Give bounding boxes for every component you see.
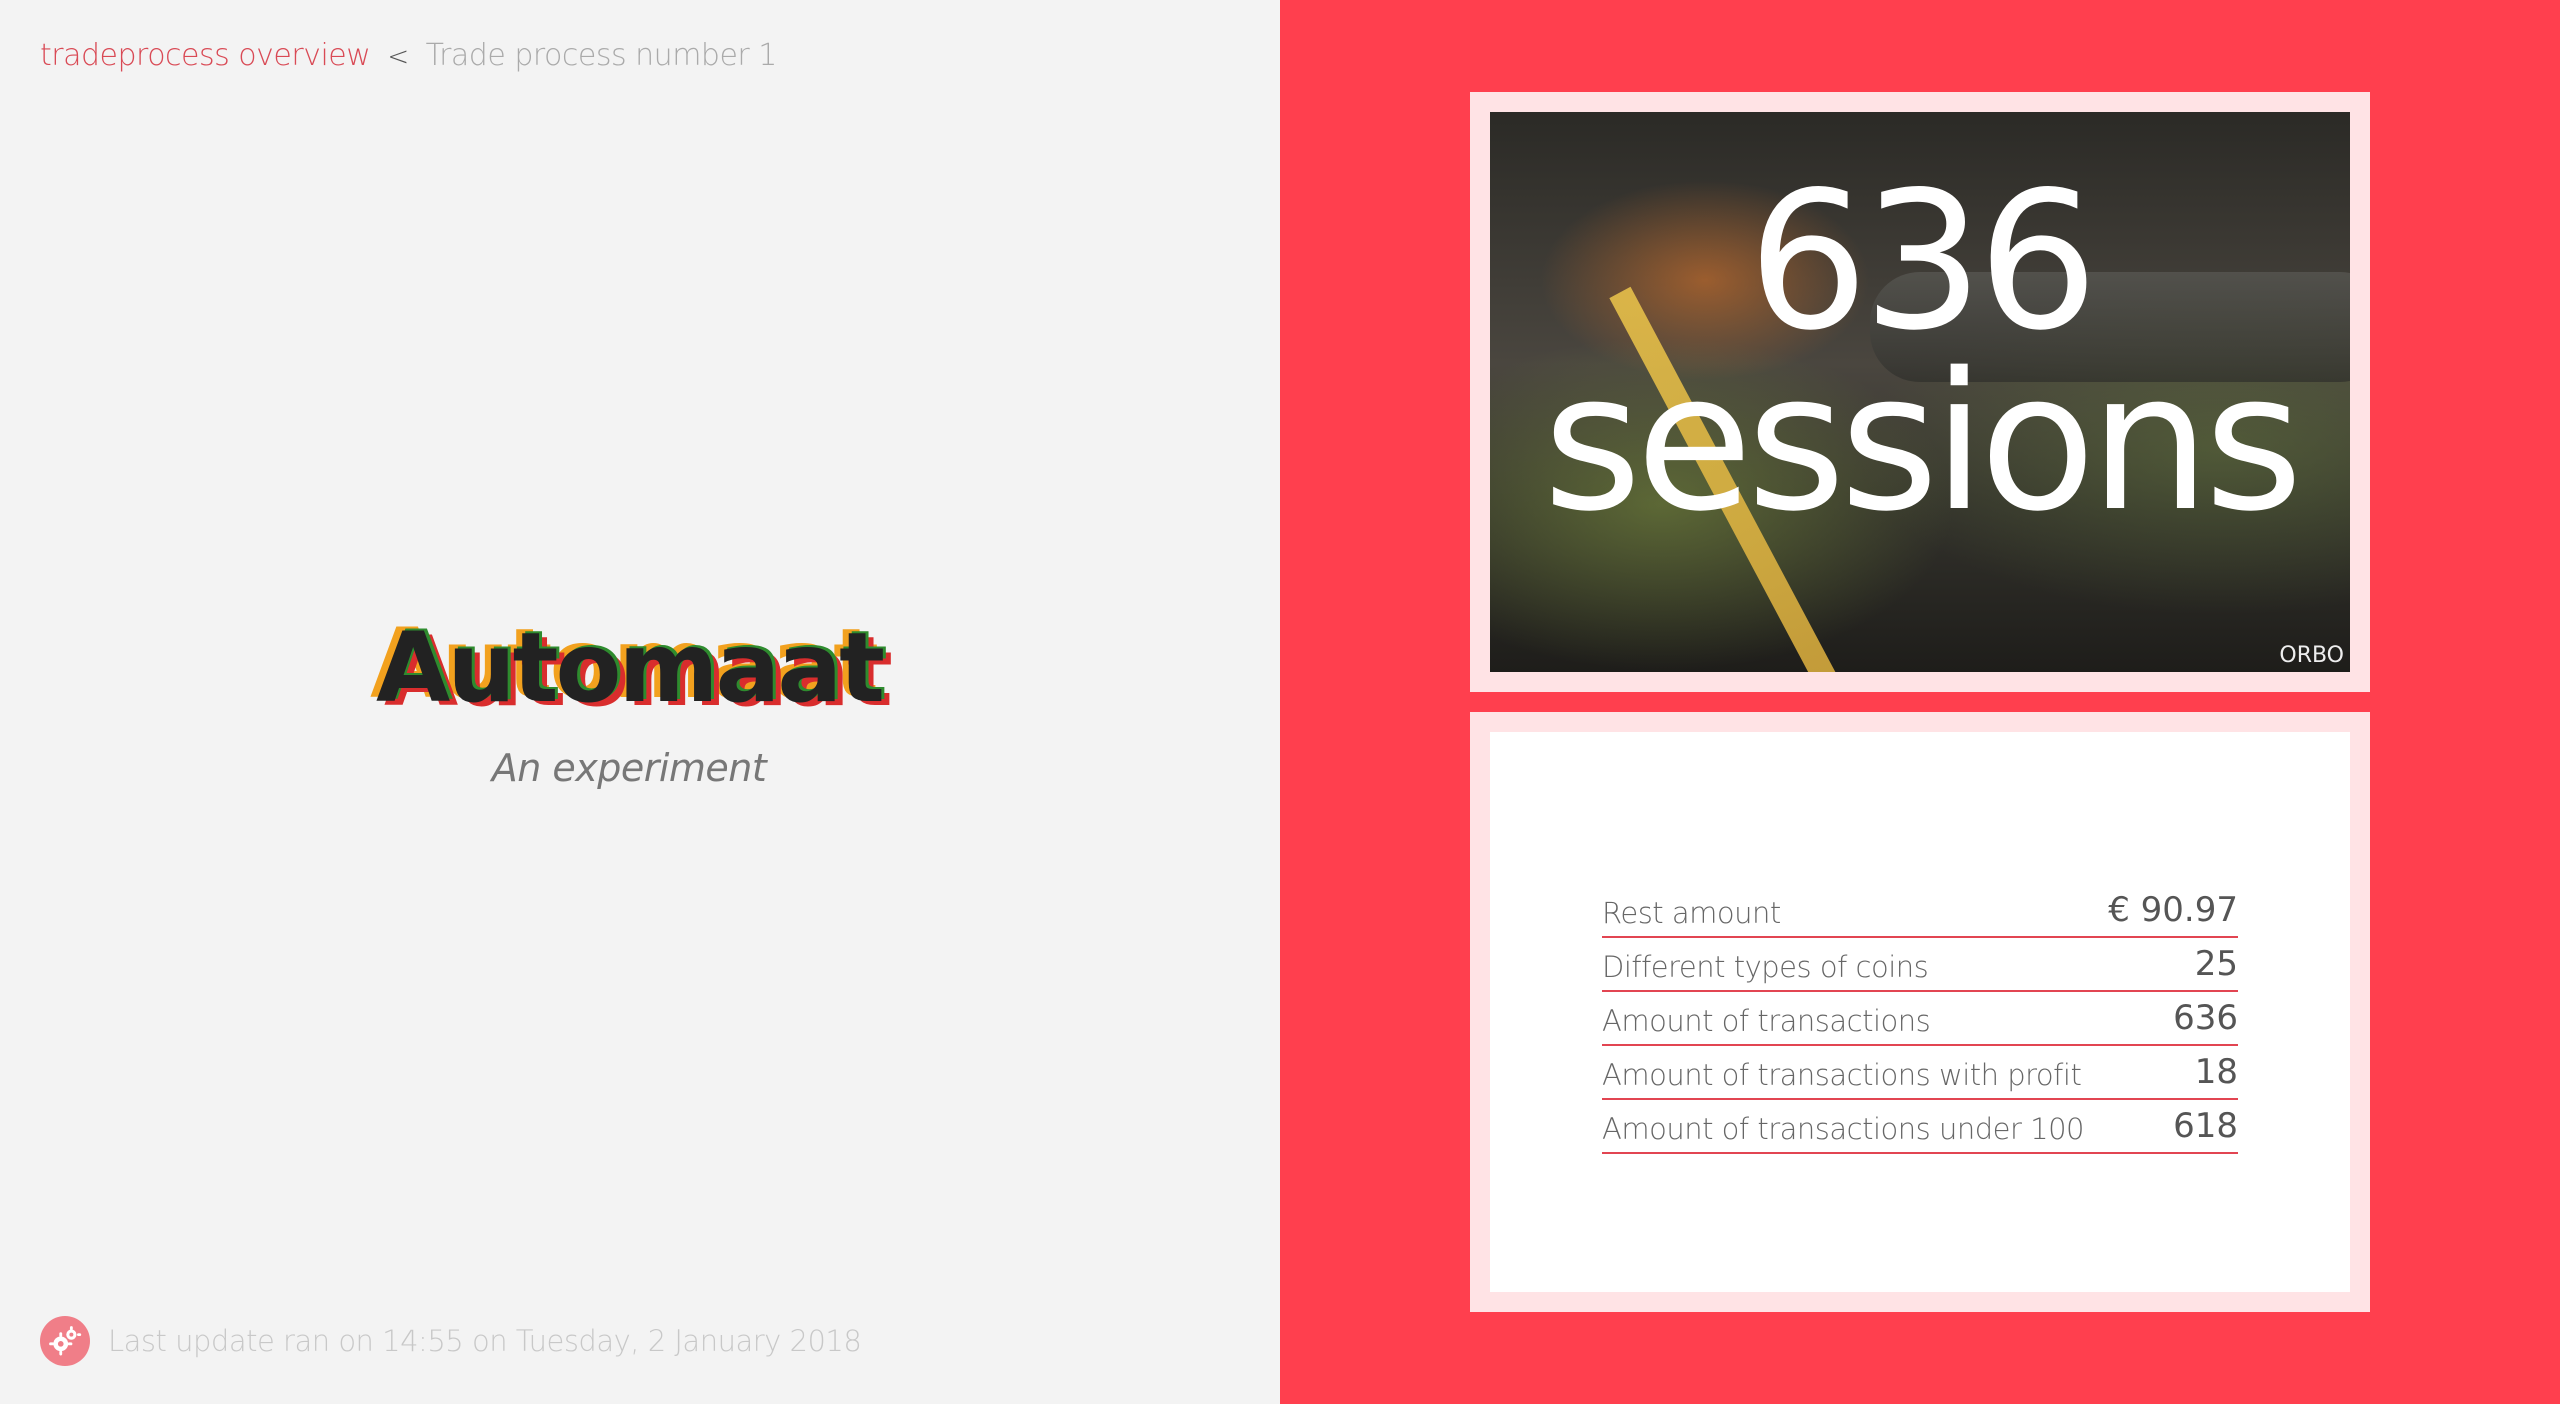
hero: Automaat Automaat Automaat Automaat An e…: [0, 616, 1258, 790]
table-row: Amount of transactions under 100 618: [1602, 1099, 2238, 1154]
stat-value: 636: [2103, 991, 2238, 1046]
stat-value: € 90.97: [2103, 884, 2238, 938]
table-row: Amount of transactions with profit 18: [1602, 1045, 2238, 1100]
stats-table: Rest amount € 90.97 Different types of c…: [1602, 884, 2238, 1154]
video-watermark: ORBO: [2279, 643, 2344, 668]
stat-label: Different types of coins: [1602, 937, 2104, 992]
footer: Last update ran on 14:55 on Tuesday, 2 J…: [40, 1316, 862, 1366]
video-caption: 636 sessions: [1490, 151, 2350, 553]
stat-label: Amount of transactions under 100: [1602, 1099, 2104, 1154]
stats-card: Rest amount € 90.97 Different types of c…: [1470, 712, 2370, 1312]
sessions-video-card: 636 sessions ORBO: [1470, 92, 2370, 692]
stat-value: 618: [2103, 1099, 2238, 1154]
breadcrumb: tradeprocess overview < Trade process nu…: [40, 38, 777, 73]
page-subtitle: An experiment: [491, 746, 767, 790]
breadcrumb-link-overview[interactable]: tradeprocess overview: [40, 38, 371, 73]
title-text: Automaat: [376, 612, 885, 724]
stats-panel: Rest amount € 90.97 Different types of c…: [1490, 732, 2350, 1292]
right-pane: 636 sessions ORBO Rest amount € 90.97 Di…: [1280, 0, 2560, 1404]
stat-label: Amount of transactions with profit: [1602, 1045, 2104, 1100]
gear-icon-graphic: [49, 1326, 82, 1356]
page-title: Automaat Automaat Automaat Automaat: [370, 616, 893, 720]
stat-label: Rest amount: [1602, 884, 2104, 938]
sessions-label: sessions: [1542, 331, 2303, 553]
gear-icon[interactable]: [40, 1316, 90, 1366]
last-update-status: Last update ran on 14:55 on Tuesday, 2 J…: [108, 1324, 862, 1358]
breadcrumb-separator: <: [387, 42, 409, 72]
stat-value: 25: [2103, 937, 2238, 992]
sessions-video[interactable]: 636 sessions ORBO: [1490, 112, 2350, 672]
table-row: Different types of coins 25: [1602, 937, 2238, 992]
left-pane: tradeprocess overview < Trade process nu…: [0, 0, 1280, 1404]
table-row: Rest amount € 90.97: [1602, 884, 2238, 938]
stat-value: 18: [2103, 1045, 2238, 1100]
breadcrumb-current: Trade process number 1: [425, 38, 778, 73]
stat-label: Amount of transactions: [1602, 991, 2104, 1046]
table-row: Amount of transactions 636: [1602, 991, 2238, 1046]
sessions-count: 636: [1747, 151, 2099, 372]
